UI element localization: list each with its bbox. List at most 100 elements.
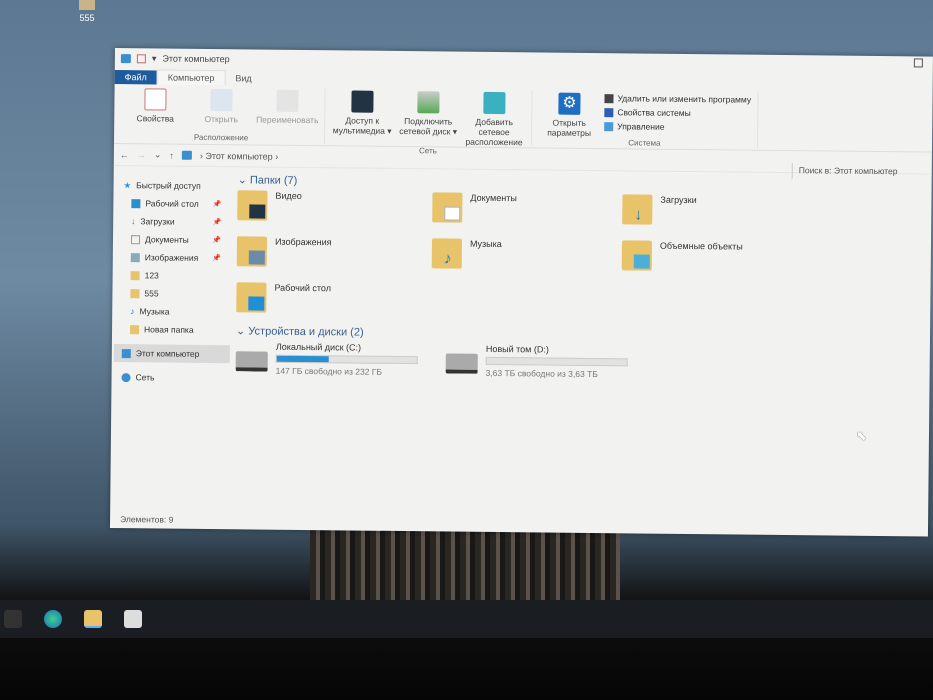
nav-item-123[interactable]: 123: [123, 266, 231, 285]
documents-folder-icon: [432, 192, 463, 223]
pictures-folder-icon: [236, 236, 268, 267]
breadcrumb[interactable]: › Этот компьютер ›: [200, 150, 278, 161]
video-folder-icon: [237, 190, 268, 221]
desktop-icon-555[interactable]: 555: [72, 0, 102, 23]
system-properties-icon: [604, 107, 614, 117]
music-folder-icon: ♪: [431, 238, 463, 269]
gear-icon: ⚙: [558, 92, 581, 115]
drive-c[interactable]: Локальный диск (C:) 147 ГБ свободно из 23…: [235, 341, 426, 377]
tab-view[interactable]: Вид: [225, 71, 261, 85]
media-access-button[interactable]: Доступ к мультимедиа ▾: [331, 88, 394, 146]
start-icon[interactable]: [4, 610, 22, 628]
up-arrow-icon[interactable]: ↑: [169, 150, 174, 160]
nav-network[interactable]: Сеть: [121, 368, 229, 387]
ribbon: Свойства Открыть Переименовать Расположе…: [113, 83, 933, 155]
group-network: Доступ к мультимедиа ▾ Подключить сетево…: [325, 88, 533, 155]
pin-icon: 📌: [212, 219, 222, 227]
mouse-cursor-icon: ⬉: [856, 428, 867, 443]
drive-usage-bar: [275, 354, 418, 365]
drive-usage-bar: [485, 356, 628, 367]
navigation-pane: ★ Быстрый доступ Рабочий стол 📌 ↓ Загрузки 📌…: [110, 166, 231, 497]
tab-file[interactable]: Файл: [114, 69, 157, 85]
manage-link[interactable]: Управление: [604, 121, 751, 133]
nav-item-555[interactable]: 555: [122, 284, 230, 303]
folder-icon: [130, 288, 140, 298]
group-label: Система: [628, 138, 661, 148]
computer-icon: [121, 348, 131, 358]
computer-icon: [120, 53, 131, 63]
open-icon: [210, 89, 233, 112]
download-icon: ↓: [131, 216, 136, 227]
drive-d[interactable]: Новый том (D:) 3,63 ТБ свободно из 3,63 Т…: [445, 343, 636, 379]
downloads-folder-icon: ↓: [622, 194, 653, 225]
folder-music[interactable]: ♪ Музыка: [431, 238, 622, 278]
recent-dropdown-icon[interactable]: ⌄: [154, 149, 162, 160]
desktop-icon: [131, 198, 141, 208]
maximize-button[interactable]: [913, 58, 923, 68]
properties-icon: [144, 88, 167, 111]
system-properties-link[interactable]: Свойства системы: [604, 107, 751, 119]
add-network-location-button[interactable]: Добавить сетевое расположение: [463, 90, 526, 148]
group-system: ⚙ Открыть параметры Удалить или изменить …: [532, 90, 759, 148]
group-label: Сеть: [418, 146, 437, 156]
open-settings-button[interactable]: ⚙ Открыть параметры: [538, 90, 600, 138]
tab-computer[interactable]: Компьютер: [156, 69, 226, 86]
network-icon: [121, 372, 131, 382]
back-arrow-icon[interactable]: ←: [120, 150, 129, 160]
search-input[interactable]: Поиск в: Этот компьютер: [791, 163, 932, 181]
nav-item-documents[interactable]: Документы 📌: [123, 230, 231, 249]
pin-icon: 📌: [212, 201, 222, 209]
windows-drive-icon: [235, 351, 268, 372]
folder-3d-objects[interactable]: Объемные объекты: [621, 240, 822, 280]
open-button[interactable]: Открыть: [190, 87, 252, 134]
group-location: Свойства Открыть Переименовать Расположе…: [118, 86, 326, 144]
nav-item-desktop[interactable]: Рабочий стол 📌: [123, 194, 231, 213]
store-icon[interactable]: [124, 610, 142, 628]
document-icon: [130, 234, 141, 244]
forward-arrow-icon[interactable]: →: [137, 150, 146, 160]
explorer-window: ▾ Этот компьютер Файл Компьютер Вид Свой…: [109, 48, 933, 537]
network-drive-icon: [417, 91, 440, 114]
properties-button[interactable]: Свойства: [124, 86, 186, 133]
nav-item-music[interactable]: ♪ Музыка: [122, 302, 230, 321]
rename-icon: [276, 89, 299, 112]
file-explorer-icon[interactable]: [84, 610, 102, 628]
edge-icon[interactable]: [44, 610, 62, 628]
nav-quick-access[interactable]: ★ Быстрый доступ: [123, 176, 231, 195]
music-icon: ♪: [130, 306, 135, 317]
properties-quick-icon[interactable]: [136, 53, 146, 63]
map-drive-button[interactable]: Подключить сетевой диск ▾: [397, 89, 460, 147]
star-icon: ★: [123, 179, 132, 190]
media-icon: [351, 90, 374, 113]
manage-icon: [604, 121, 614, 131]
rename-button[interactable]: Переименовать: [256, 87, 318, 134]
pin-icon: 📌: [212, 237, 222, 245]
folder-downloads[interactable]: ↓ Загрузки: [622, 194, 822, 234]
computer-icon: [181, 150, 192, 160]
pin-icon: 📌: [212, 255, 221, 263]
hard-drive-icon: [445, 353, 478, 374]
uninstall-program-link[interactable]: Удалить или изменить программу: [604, 93, 751, 105]
programs-icon: [604, 93, 614, 103]
content-pane: ⌄ Папки (7) Видео Документы ↓ Загрузки Из…: [228, 167, 931, 504]
folder-icon: [79, 0, 95, 10]
nav-this-pc[interactable]: Этот компьютер: [113, 344, 230, 364]
pictures-icon: [130, 252, 140, 262]
taskbar: [0, 600, 933, 638]
network-location-icon: [483, 91, 506, 115]
folder-videos[interactable]: Видео: [237, 190, 432, 230]
desktop-folder-icon: [236, 282, 267, 313]
quick-access-dropdown[interactable]: ▾: [152, 53, 157, 64]
3d-objects-folder-icon: [621, 240, 653, 271]
folder-icon: [130, 324, 140, 334]
folder-icon: [130, 270, 140, 280]
nav-item-new-folder[interactable]: Новая папка: [122, 320, 230, 339]
window-title: Этот компьютер: [162, 53, 230, 65]
status-bar: Элементов: 9: [120, 514, 174, 525]
folder-documents[interactable]: Документы: [432, 192, 622, 232]
nav-item-downloads[interactable]: ↓ Загрузки 📌: [123, 212, 231, 231]
folder-desktop[interactable]: Рабочий стол: [236, 282, 431, 322]
folder-pictures[interactable]: Изображения: [236, 236, 432, 276]
nav-item-pictures[interactable]: Изображения 📌: [123, 248, 231, 267]
group-label: Расположение: [193, 132, 249, 143]
